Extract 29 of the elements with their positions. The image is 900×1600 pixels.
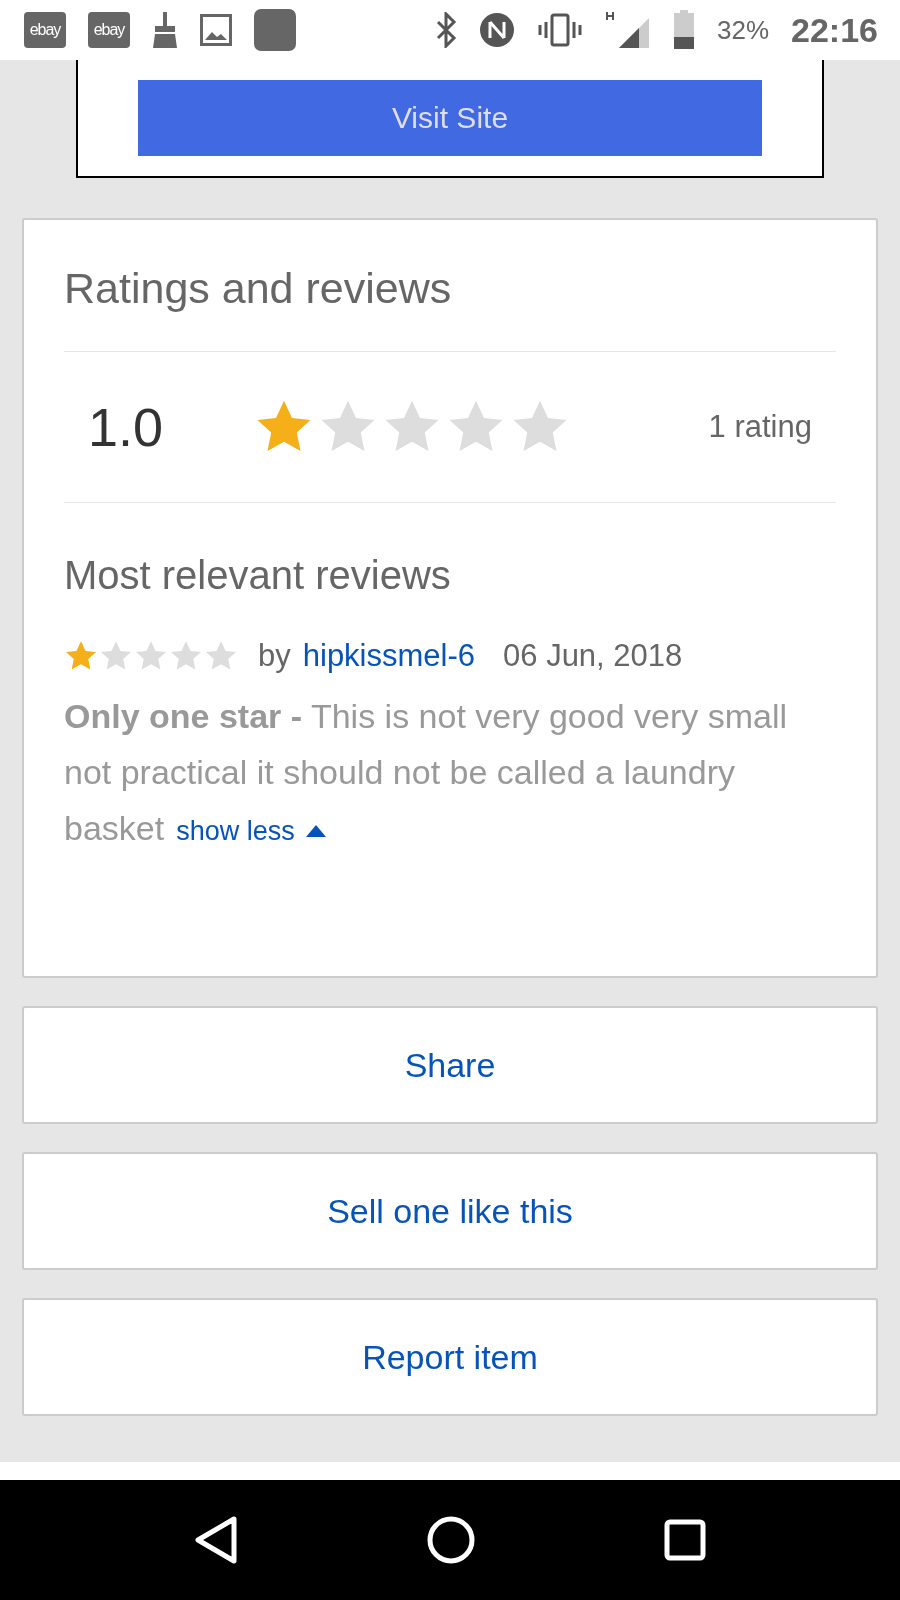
- visit-site-button[interactable]: Visit Site: [138, 80, 762, 156]
- section-title: Most relevant reviews: [64, 553, 452, 598]
- vibrate-icon: [537, 12, 583, 48]
- show-less-link[interactable]: show less: [176, 803, 327, 859]
- app-badge-icon: ebay: [24, 12, 66, 48]
- action-button[interactable]: Share: [22, 1006, 878, 1124]
- rating-count: 1 rating: [708, 409, 812, 445]
- section-title: Ratings and reviews: [64, 220, 836, 352]
- battery-percentage: 32%: [717, 14, 770, 46]
- review-date: 06 Jun, 2018: [503, 638, 683, 674]
- clock: 22:16: [791, 10, 878, 50]
- action-button[interactable]: Sell one like this: [22, 1152, 878, 1270]
- app-badge-icon: ebay: [88, 12, 130, 48]
- image-icon: [200, 14, 232, 46]
- recents-icon[interactable]: [663, 1519, 706, 1561]
- app-icon: [254, 9, 296, 51]
- average-rating: 1.0: [88, 396, 165, 458]
- battery-icon: [673, 10, 695, 50]
- review-text: Only one star - This is not very good very small not practical it should not be called a laundry basket show less: [64, 688, 836, 859]
- back-icon[interactable]: [194, 1516, 239, 1564]
- bluetooth-icon: [435, 12, 457, 48]
- nfc-icon: [479, 12, 515, 48]
- by-label: by: [258, 638, 291, 674]
- author-link[interactable]: hipkissmel-6: [302, 638, 476, 674]
- home-icon[interactable]: [427, 1516, 475, 1564]
- brush-icon: [152, 12, 178, 48]
- signal-icon: [605, 10, 651, 50]
- action-button[interactable]: Report item: [22, 1298, 878, 1416]
- caret-icon: [304, 824, 327, 838]
